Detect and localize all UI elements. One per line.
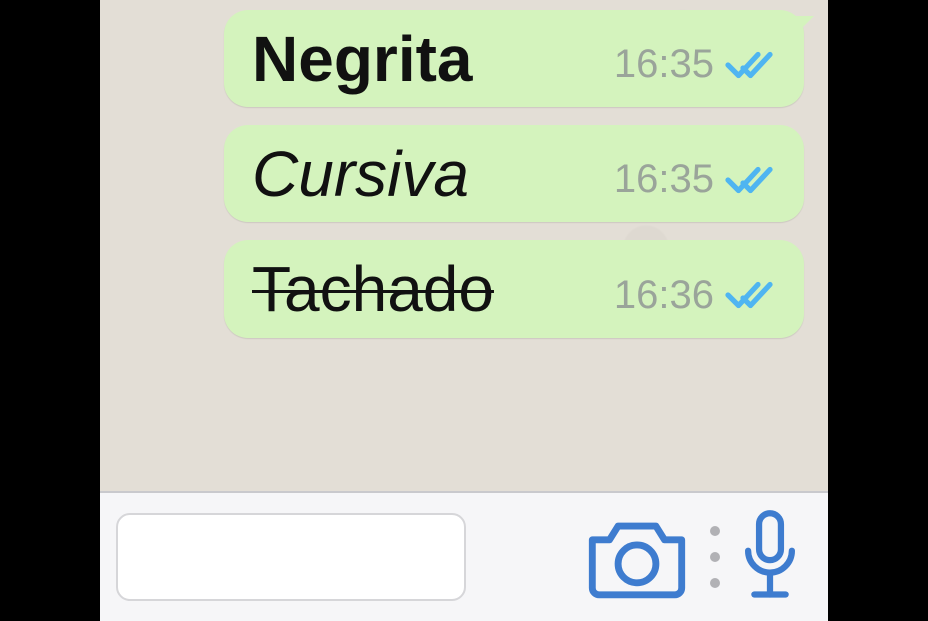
- read-ticks-icon: [724, 277, 780, 313]
- message-time: 16:35: [614, 42, 714, 87]
- message-time: 16:36: [614, 273, 714, 318]
- mic-icon[interactable]: [738, 507, 802, 607]
- message-bubble[interactable]: Cursiva 16:35: [224, 125, 804, 222]
- more-icon[interactable]: [710, 526, 720, 588]
- read-ticks-icon: [724, 162, 780, 198]
- message-time: 16:35: [614, 157, 714, 202]
- message-meta: 16:36: [614, 273, 780, 324]
- message-meta: 16:35: [614, 42, 780, 93]
- message-bubble[interactable]: Tachado 16:36: [224, 240, 804, 337]
- message-meta: 16:35: [614, 157, 780, 208]
- read-ticks-icon: [724, 47, 780, 83]
- message-list: Negrita 16:35 Cursiva 16:35: [100, 0, 828, 338]
- input-toolbar: [100, 491, 828, 621]
- message-text: Negrita: [252, 26, 473, 93]
- message-text: Cursiva: [252, 141, 469, 208]
- camera-icon[interactable]: [582, 513, 692, 601]
- chat-window: Negrita 16:35 Cursiva 16:35: [100, 0, 828, 621]
- message-bubble[interactable]: Negrita 16:35: [224, 10, 804, 107]
- message-input[interactable]: [116, 513, 466, 601]
- message-text: Tachado: [252, 256, 494, 323]
